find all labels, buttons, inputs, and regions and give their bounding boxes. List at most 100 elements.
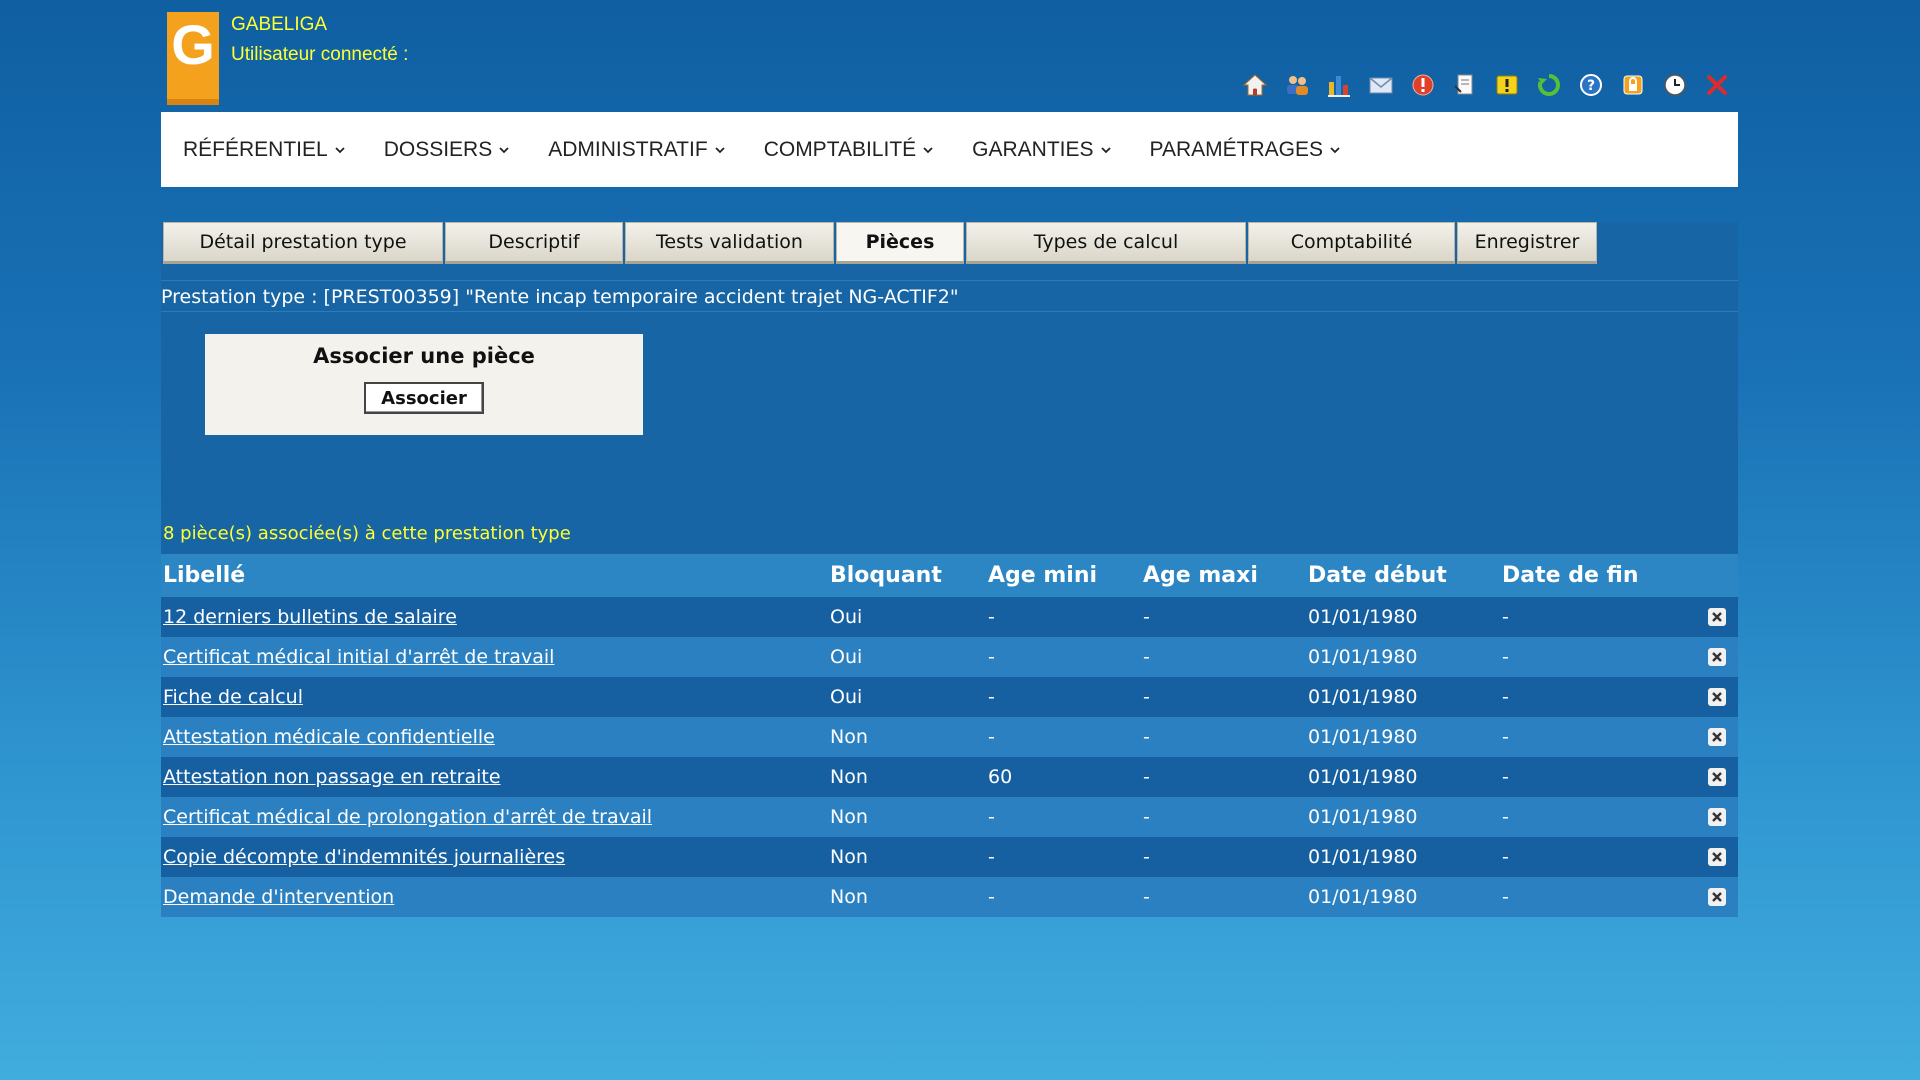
tab-types-de-calcul[interactable]: Types de calcul	[966, 222, 1246, 264]
age-mini-value: -	[988, 686, 995, 708]
close-icon[interactable]	[1702, 70, 1732, 100]
associate-button[interactable]: Associer	[364, 382, 484, 414]
age-mini-value: -	[988, 806, 995, 828]
date-debut-value: 01/01/1980	[1308, 606, 1418, 628]
date-fin-value: -	[1502, 886, 1509, 908]
document-icon[interactable]	[1450, 70, 1480, 100]
age-maxi-value: -	[1143, 646, 1150, 668]
tab-enregistrer[interactable]: Enregistrer	[1457, 222, 1597, 264]
delete-icon[interactable]	[1708, 728, 1726, 746]
bloquant-value: Oui	[830, 606, 863, 628]
pieces-count: 8 pièce(s) associée(s) à cette prestatio…	[161, 513, 1738, 554]
piece-link[interactable]: Certificat médical initial d'arrêt de tr…	[163, 637, 554, 677]
bloquant-value: Oui	[830, 646, 863, 668]
warning-icon[interactable]	[1492, 70, 1522, 100]
date-debut-value: 01/01/1980	[1308, 766, 1418, 788]
piece-link[interactable]: 12 derniers bulletins de salaire	[163, 597, 457, 637]
refresh-icon[interactable]	[1534, 70, 1564, 100]
menu-referentiel[interactable]: RÉFÉRENTIEL	[183, 138, 346, 162]
tab-strip: Détail prestation type Descriptif Tests …	[161, 222, 1738, 268]
age-mini-value: -	[988, 886, 995, 908]
table-row: Copie décompte d'indemnités journalières…	[161, 837, 1738, 877]
menu-label: ADMINISTRATIF	[548, 137, 708, 161]
chevron-down-icon	[1330, 146, 1340, 153]
delete-icon[interactable]	[1708, 768, 1726, 786]
age-mini-value: -	[988, 726, 995, 748]
main-menu: RÉFÉRENTIEL DOSSIERS ADMINISTRATIF COMPT…	[161, 112, 1738, 187]
bloquant-value: Oui	[830, 686, 863, 708]
date-fin-value: -	[1502, 726, 1509, 748]
date-debut-value: 01/01/1980	[1308, 806, 1418, 828]
age-maxi-value: -	[1143, 686, 1150, 708]
date-fin-value: -	[1502, 846, 1509, 868]
piece-link[interactable]: Attestation non passage en retraite	[163, 757, 501, 797]
chevron-down-icon	[335, 146, 345, 153]
bloquant-value: Non	[830, 766, 868, 788]
help-icon[interactable]: ?	[1576, 70, 1606, 100]
bloquant-value: Non	[830, 846, 868, 868]
delete-icon[interactable]	[1708, 688, 1726, 706]
menu-label: COMPTABILITÉ	[763, 137, 917, 161]
home-icon[interactable]	[1240, 70, 1270, 100]
associate-piece-box: Associer une pièce Associer	[205, 334, 643, 435]
app-name: GABELIGA	[231, 14, 328, 35]
tab-pieces[interactable]: Pièces	[836, 222, 964, 264]
column-header-date-fin[interactable]: Date de fin	[1502, 554, 1639, 597]
delete-icon[interactable]	[1708, 608, 1726, 626]
users-icon[interactable]	[1282, 70, 1312, 100]
date-fin-value: -	[1502, 806, 1509, 828]
age-mini-value: -	[988, 846, 995, 868]
delete-icon[interactable]	[1708, 888, 1726, 906]
lock-icon[interactable]	[1618, 70, 1648, 100]
piece-link[interactable]: Copie décompte d'indemnités journalières	[163, 837, 565, 877]
chevron-down-icon	[923, 146, 933, 153]
tab-tests-validation[interactable]: Tests validation	[625, 222, 834, 264]
alert-icon[interactable]	[1408, 70, 1438, 100]
menu-administratif[interactable]: ADMINISTRATIF	[548, 138, 725, 162]
column-header-age-mini[interactable]: Age mini	[988, 554, 1097, 597]
chart-icon[interactable]	[1324, 70, 1354, 100]
mail-icon[interactable]	[1366, 70, 1396, 100]
tab-descriptif[interactable]: Descriptif	[445, 222, 623, 264]
table-row: 12 derniers bulletins de salaire Oui - -…	[161, 597, 1738, 637]
table-row: Certificat médical de prolongation d'arr…	[161, 797, 1738, 837]
chevron-down-icon	[1100, 146, 1111, 153]
menu-parametrages[interactable]: PARAMÉTRAGES	[1150, 138, 1341, 162]
toolbar: ?	[1240, 70, 1732, 100]
column-header-bloquant[interactable]: Bloquant	[830, 554, 942, 597]
piece-link[interactable]: Demande d'intervention	[163, 877, 394, 917]
menu-label: GARANTIES	[972, 137, 1094, 161]
connected-user-label: Utilisateur connecté :	[231, 44, 409, 65]
tab-comptabilite[interactable]: Comptabilité	[1248, 222, 1455, 264]
piece-link[interactable]: Fiche de calcul	[163, 677, 303, 717]
chevron-down-icon	[715, 146, 725, 153]
date-debut-value: 01/01/1980	[1308, 686, 1418, 708]
menu-garanties[interactable]: GARANTIES	[972, 138, 1111, 162]
menu-label: RÉFÉRENTIEL	[183, 137, 328, 161]
date-debut-value: 01/01/1980	[1308, 646, 1418, 668]
column-header-libelle[interactable]: Libellé	[163, 554, 245, 597]
delete-icon[interactable]	[1708, 648, 1726, 666]
table-row: Certificat médical initial d'arrêt de tr…	[161, 637, 1738, 677]
delete-icon[interactable]	[1708, 848, 1726, 866]
menu-label: PARAMÉTRAGES	[1149, 137, 1323, 161]
bloquant-value: Non	[830, 726, 868, 748]
menu-dossiers[interactable]: DOSSIERS	[384, 138, 511, 162]
column-header-date-debut[interactable]: Date début	[1308, 554, 1447, 597]
menu-label: DOSSIERS	[383, 137, 493, 161]
menu-comptabilite[interactable]: COMPTABILITÉ	[764, 138, 934, 162]
date-fin-value: -	[1502, 646, 1509, 668]
column-header-age-maxi[interactable]: Age maxi	[1143, 554, 1258, 597]
piece-link[interactable]: Certificat médical de prolongation d'arr…	[163, 797, 652, 837]
age-maxi-value: -	[1143, 766, 1150, 788]
piece-link[interactable]: Attestation médicale confidentielle	[163, 717, 495, 757]
age-mini-value: 60	[988, 766, 1013, 788]
date-debut-value: 01/01/1980	[1308, 886, 1418, 908]
age-maxi-value: -	[1143, 846, 1150, 868]
tab-detail-prestation-type[interactable]: Détail prestation type	[163, 222, 443, 264]
pieces-table: Libellé Bloquant Age mini Age maxi Date …	[161, 554, 1738, 917]
clock-icon[interactable]	[1660, 70, 1690, 100]
delete-icon[interactable]	[1708, 808, 1726, 826]
svg-text:?: ?	[1587, 78, 1595, 94]
table-header: Libellé Bloquant Age mini Age maxi Date …	[161, 554, 1738, 597]
